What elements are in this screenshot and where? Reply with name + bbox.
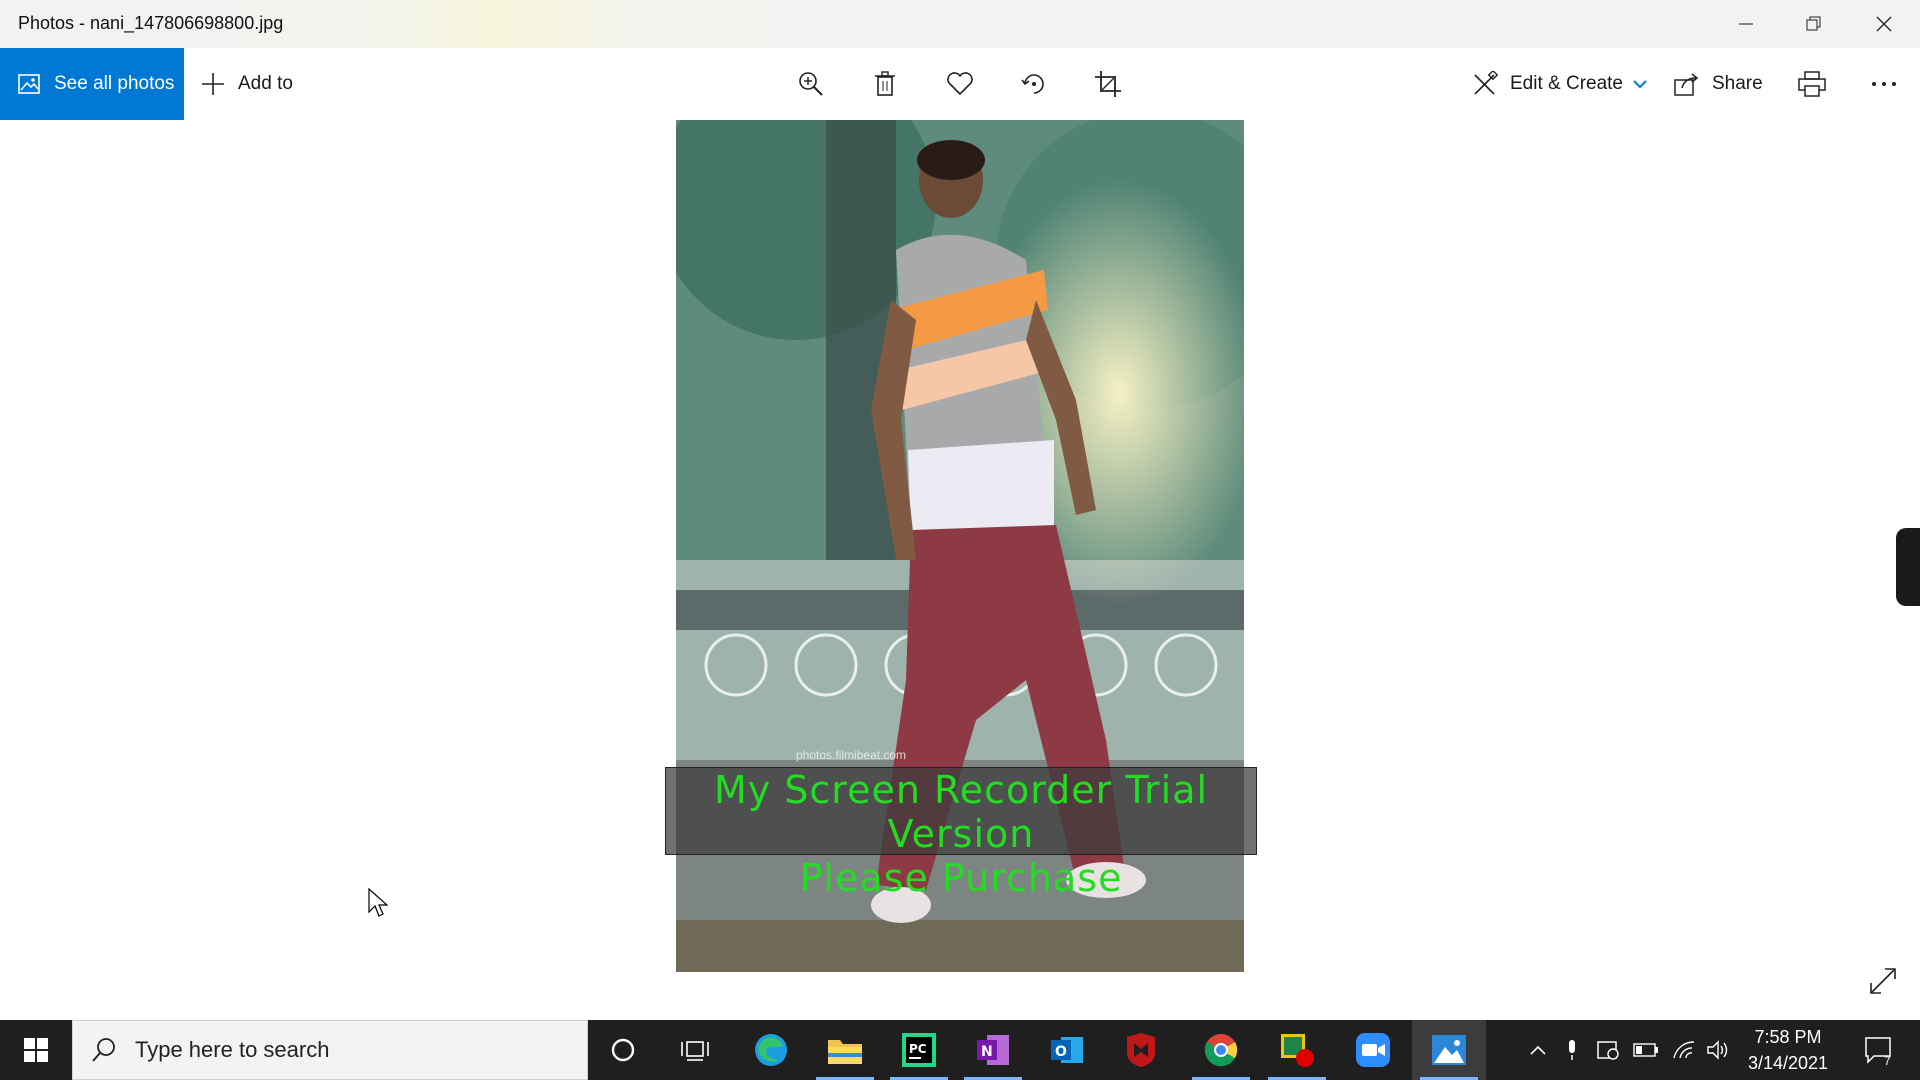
chevron-up-icon bbox=[1530, 1045, 1546, 1055]
battery-icon bbox=[1633, 1043, 1658, 1057]
restore-button[interactable] bbox=[1780, 0, 1848, 48]
security-center-icon bbox=[1597, 1041, 1619, 1060]
expand-icon bbox=[1870, 968, 1896, 994]
edit-create-icon bbox=[1474, 71, 1498, 95]
edge-icon bbox=[755, 1034, 787, 1066]
svg-text:N: N bbox=[981, 1044, 993, 1060]
rotate-button[interactable] bbox=[1016, 66, 1052, 102]
trial-watermark: My Screen Recorder Trial Version Please … bbox=[665, 767, 1257, 900]
see-all-photos-label: See all photos bbox=[54, 73, 175, 94]
crop-icon bbox=[1095, 71, 1121, 97]
zoom-in-icon bbox=[799, 72, 823, 96]
see-all-photos-button[interactable]: See all photos bbox=[0, 48, 184, 120]
close-button[interactable] bbox=[1850, 0, 1918, 48]
clock-time: 7:58 PM bbox=[1754, 1027, 1822, 1047]
add-to-label: Add to bbox=[238, 73, 293, 94]
chrome-icon bbox=[1204, 1034, 1238, 1067]
chrome-app[interactable] bbox=[1184, 1020, 1258, 1080]
microphone-icon bbox=[1569, 1040, 1575, 1060]
minimize-button[interactable] bbox=[1712, 0, 1780, 48]
zoom-video-icon bbox=[1356, 1033, 1390, 1067]
cortana-button[interactable] bbox=[586, 1020, 660, 1080]
close-icon bbox=[1876, 16, 1892, 32]
mcafee-icon bbox=[1127, 1033, 1155, 1067]
svg-text:O: O bbox=[1055, 1044, 1067, 1060]
zoom-app[interactable] bbox=[1336, 1020, 1410, 1080]
search-box[interactable]: Type here to search bbox=[72, 1020, 588, 1080]
restore-icon bbox=[1806, 16, 1821, 31]
screen-recorder-app[interactable] bbox=[1260, 1020, 1334, 1080]
screen-recorder-icon bbox=[1281, 1034, 1314, 1067]
photo-credit: photos.filmibeat.com bbox=[796, 748, 907, 762]
window-title: Photos - nani_147806698800.jpg bbox=[18, 13, 284, 33]
folder-icon bbox=[828, 1040, 862, 1064]
plus-icon bbox=[202, 73, 224, 95]
print-button[interactable] bbox=[1794, 66, 1830, 102]
speaker-icon bbox=[1707, 1040, 1728, 1060]
edit-create-label: Edit & Create bbox=[1510, 73, 1623, 94]
edit-create-button[interactable]: Edit & Create bbox=[1472, 48, 1647, 120]
search-placeholder: Type here to search bbox=[135, 1037, 330, 1062]
notification-count: 7 bbox=[1884, 1054, 1891, 1068]
cortana-icon bbox=[611, 1038, 635, 1062]
clock[interactable]: 7:58 PM 3/14/2021 bbox=[1728, 1020, 1848, 1080]
outlook-app[interactable]: O bbox=[1030, 1020, 1104, 1080]
outlook-icon: O bbox=[1051, 1037, 1083, 1063]
start-button[interactable] bbox=[0, 1020, 72, 1080]
side-panel-handle[interactable] bbox=[1896, 528, 1920, 606]
mouse-cursor-icon bbox=[368, 888, 389, 917]
task-view-icon bbox=[681, 1041, 709, 1061]
share-icon bbox=[1674, 73, 1699, 96]
zoom-button[interactable] bbox=[793, 66, 829, 102]
microphone-button[interactable] bbox=[1560, 1020, 1584, 1080]
crop-button[interactable] bbox=[1090, 66, 1126, 102]
title-bar: Photos - nani_147806698800.jpg bbox=[0, 0, 1920, 48]
onenote-app[interactable]: N bbox=[956, 1020, 1030, 1080]
delete-icon bbox=[875, 71, 895, 96]
show-hidden-icons-button[interactable] bbox=[1526, 1020, 1550, 1080]
share-button[interactable]: Share bbox=[1674, 48, 1763, 120]
favorite-button[interactable] bbox=[942, 66, 978, 102]
file-explorer-app[interactable] bbox=[808, 1020, 882, 1080]
share-label: Share bbox=[1712, 73, 1763, 94]
pycharm-app[interactable]: PC bbox=[882, 1020, 956, 1080]
favorite-icon bbox=[947, 72, 973, 96]
add-to-button[interactable]: Add to bbox=[200, 48, 293, 120]
edge-app[interactable] bbox=[734, 1020, 808, 1080]
network-button[interactable] bbox=[1670, 1020, 1698, 1080]
svg-text:PC: PC bbox=[909, 1042, 927, 1056]
more-icon bbox=[1872, 82, 1896, 86]
photos-icon bbox=[18, 74, 40, 94]
chevron-down-icon bbox=[1633, 80, 1647, 89]
pycharm-icon: PC bbox=[902, 1033, 936, 1067]
clock-date: 3/14/2021 bbox=[1747, 1053, 1829, 1073]
windows-logo-icon bbox=[24, 1038, 48, 1062]
taskbar: Type here to search PC N O 7:58 PM 3/14/… bbox=[0, 1020, 1920, 1080]
minimize-icon bbox=[1739, 23, 1753, 25]
onenote-icon: N bbox=[977, 1035, 1009, 1065]
print-icon bbox=[1798, 71, 1826, 97]
battery-button[interactable] bbox=[1632, 1020, 1660, 1080]
search-icon bbox=[92, 1038, 115, 1062]
photos-app[interactable] bbox=[1412, 1020, 1486, 1080]
watermark-line-2: Please Purchase bbox=[799, 856, 1123, 900]
fullscreen-button[interactable] bbox=[1868, 966, 1898, 1001]
security-button[interactable] bbox=[1594, 1020, 1622, 1080]
more-button[interactable] bbox=[1866, 66, 1902, 102]
task-view-button[interactable] bbox=[658, 1020, 732, 1080]
delete-button[interactable] bbox=[867, 66, 903, 102]
photos-app-icon bbox=[1432, 1035, 1466, 1065]
mcafee-app[interactable] bbox=[1104, 1020, 1178, 1080]
toolbar: See all photos Add to Edit & Create Shar… bbox=[0, 48, 1920, 120]
wifi-icon bbox=[1673, 1041, 1695, 1059]
rotate-icon bbox=[1021, 74, 1044, 94]
notifications-button[interactable]: 7 bbox=[1854, 1020, 1904, 1080]
watermark-line-1: My Screen Recorder Trial Version bbox=[713, 768, 1209, 856]
